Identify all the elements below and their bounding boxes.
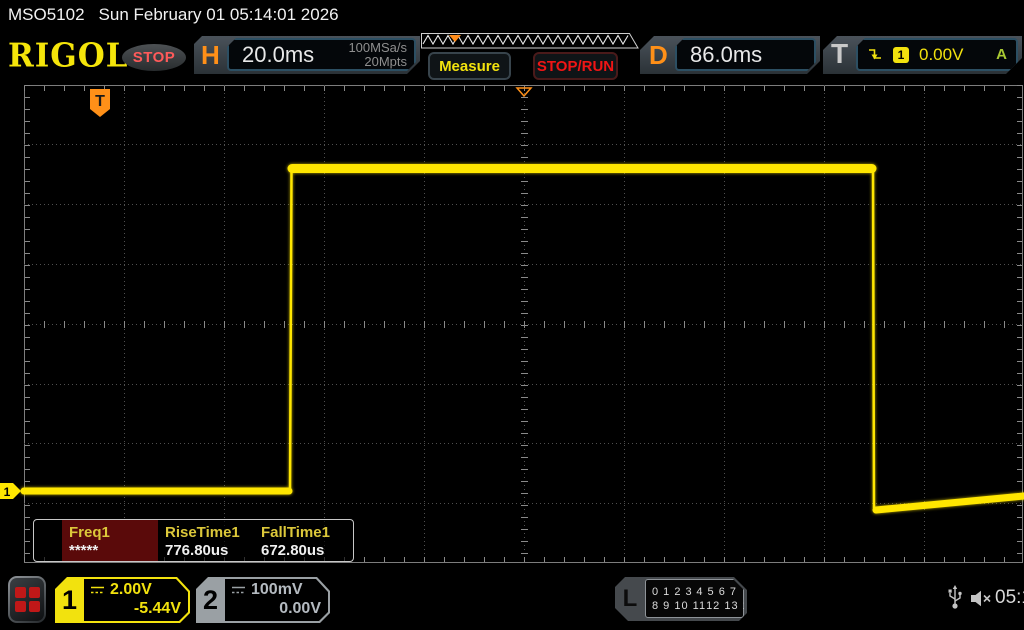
wave-rise [288, 168, 293, 495]
graticule-and-waveform: T 1 [0, 85, 1024, 563]
channel-2-tab[interactable]: 2 [196, 577, 225, 623]
memory-overview-strip[interactable] [421, 33, 639, 49]
measurement-results-box[interactable]: Freq1 ***** RiseTime1 776.80us FallTime1… [33, 519, 354, 562]
trigger-panel[interactable]: T 1 0.00V A [823, 36, 1022, 74]
digital-channels-0-3: 0 1 2 3 [652, 585, 693, 598]
digital-channels-8-11: 8 9 10 11 [652, 599, 707, 612]
measure-button-label: Measure [439, 57, 500, 75]
sample-rate: 100MSa/s [348, 39, 407, 55]
main-menu-button[interactable] [8, 576, 46, 623]
channel-2-offset: 0.00V [279, 600, 321, 617]
wave-low-right [872, 492, 1024, 514]
rigol-logo: RIGOL [8, 37, 129, 75]
logic-analyzer-tab[interactable]: L [615, 577, 645, 621]
measurement-value: ***** [69, 542, 99, 559]
trigger-label: T [831, 38, 849, 69]
channel-1-scale: 2.00V [110, 581, 152, 598]
measurement-item-falltime1[interactable]: FallTime1 672.80us [254, 520, 350, 561]
channel-1-badge[interactable]: 1 2.00V -5.44V [55, 577, 190, 623]
channel-1-offset: -5.44V [133, 600, 181, 617]
digital-channels-12-15: 12 13 14 15 [706, 599, 776, 612]
channel-1-tab[interactable]: 1 [55, 577, 84, 623]
waveform-display-area: T 1 Freq1 ***** RiseTime1 776.80us FallT… [0, 84, 1024, 570]
acquisition-status-label: STOP [132, 49, 176, 66]
measurement-name: FallTime1 [261, 524, 330, 541]
logic-analyzer-badge[interactable]: L 0 1 2 3 4 5 6 7 8 9 10 11 12 13 14 15 [615, 577, 747, 621]
datetime: Sun February 01 05:14:01 2026 [98, 5, 339, 24]
delay-well: 86.0ms [675, 38, 816, 71]
memory-depth: 20Mpts [364, 53, 407, 69]
trigger-well: 1 0.00V A [856, 38, 1018, 71]
trigger-level-value: 0.00V [919, 44, 964, 64]
measurement-item-freq1[interactable]: Freq1 ***** [62, 520, 158, 561]
wave-fall [871, 166, 876, 510]
measurement-value: 672.80us [261, 542, 325, 559]
channel-2-badge[interactable]: 2 100mV 0.00V [196, 577, 330, 623]
ch1-waveform-trace [20, 164, 1024, 514]
trigger-marker-letter: T [95, 93, 105, 110]
channel-2-scale: 100mV [251, 581, 303, 598]
measure-button[interactable]: Measure [428, 52, 511, 80]
delay-panel[interactable]: D 86.0ms [640, 36, 820, 74]
trigger-source-badge: 1 [893, 47, 909, 63]
stop-run-button[interactable]: STOP/RUN [533, 52, 618, 80]
usb-icon [948, 585, 962, 609]
timebase-value: 20.0ms [242, 41, 315, 67]
horizontal-panel[interactable]: H 20.0ms 100MSa/s 20Mpts [194, 36, 420, 74]
trigger-position-marker[interactable]: T [90, 89, 110, 117]
dc-coupling-icon [90, 585, 105, 595]
title-bar: MSO5102 Sun February 01 05:14:01 2026 [0, 0, 1024, 30]
system-clock: 05:13 [995, 587, 1024, 608]
dc-coupling-icon [231, 585, 246, 595]
delay-label: D [649, 40, 668, 70]
measurement-name: RiseTime1 [165, 524, 240, 541]
digital-channels-4-7: 4 5 6 7 [696, 585, 737, 598]
measurement-name: Freq1 [69, 524, 110, 541]
menu-grid-icon [10, 578, 44, 621]
measurement-item-risetime1[interactable]: RiseTime1 776.80us [158, 520, 254, 561]
speaker-muted-icon[interactable] [970, 590, 993, 607]
horizontal-well: 20.0ms 100MSa/s 20Mpts [227, 38, 416, 71]
ch1-level-marker[interactable]: 1 [0, 483, 21, 499]
acquisition-status-badge: STOP [122, 44, 186, 71]
stop-run-button-label: STOP/RUN [536, 57, 615, 75]
ch1-level-marker-digit: 1 [4, 485, 11, 499]
horizontal-label: H [201, 40, 220, 70]
model-name: MSO5102 [8, 5, 85, 24]
measurement-value: 776.80us [165, 542, 229, 559]
falling-edge-trigger-icon [867, 47, 883, 62]
trigger-sweep-mode: A [996, 46, 1007, 63]
oscilloscope-screen: MSO5102 Sun February 01 05:14:01 2026 RI… [0, 0, 1024, 630]
delay-value: 86.0ms [690, 41, 763, 67]
